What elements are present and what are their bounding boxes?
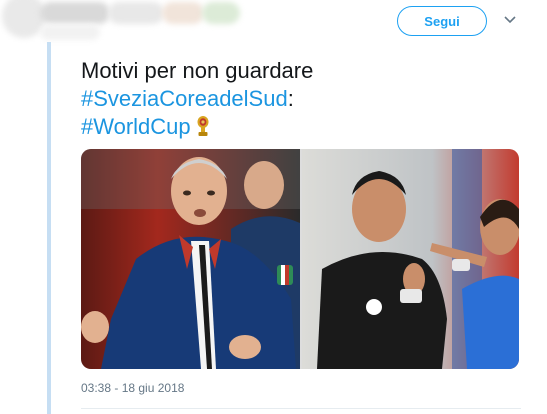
photo-right[interactable] (302, 149, 519, 369)
follow-button[interactable]: Segui (397, 6, 487, 36)
thread-line (47, 42, 51, 414)
chevron-down-icon[interactable] (502, 12, 518, 28)
redaction-block (108, 2, 164, 24)
divider (81, 408, 521, 409)
tweet-text-line-1: Motivi per non guardare (81, 58, 314, 83)
tweet-text-line-2: #SveziaCoreadelSud: (81, 85, 521, 113)
tweet-media[interactable] (81, 149, 519, 369)
hashtag-link-worldcup[interactable]: #WorldCup (81, 114, 191, 139)
colon-text: : (287, 86, 294, 111)
photo-left[interactable] (81, 149, 300, 369)
redaction-block (40, 24, 100, 40)
hashtag-link-svezia[interactable]: #SveziaCoreadelSud (81, 86, 288, 111)
tweet-text: Motivi per non guardare #SveziaCoreadelS… (81, 57, 521, 144)
tweet-author-header[interactable] (0, 0, 260, 44)
tweet-timestamp[interactable]: 03:38 - 18 giu 2018 (81, 381, 184, 395)
world-cup-trophy-icon (195, 115, 211, 144)
redaction-block (162, 2, 204, 24)
tweet-text-line-3: #WorldCup (81, 113, 521, 144)
redaction-block (202, 2, 240, 24)
author-name-redacted[interactable] (40, 2, 110, 24)
